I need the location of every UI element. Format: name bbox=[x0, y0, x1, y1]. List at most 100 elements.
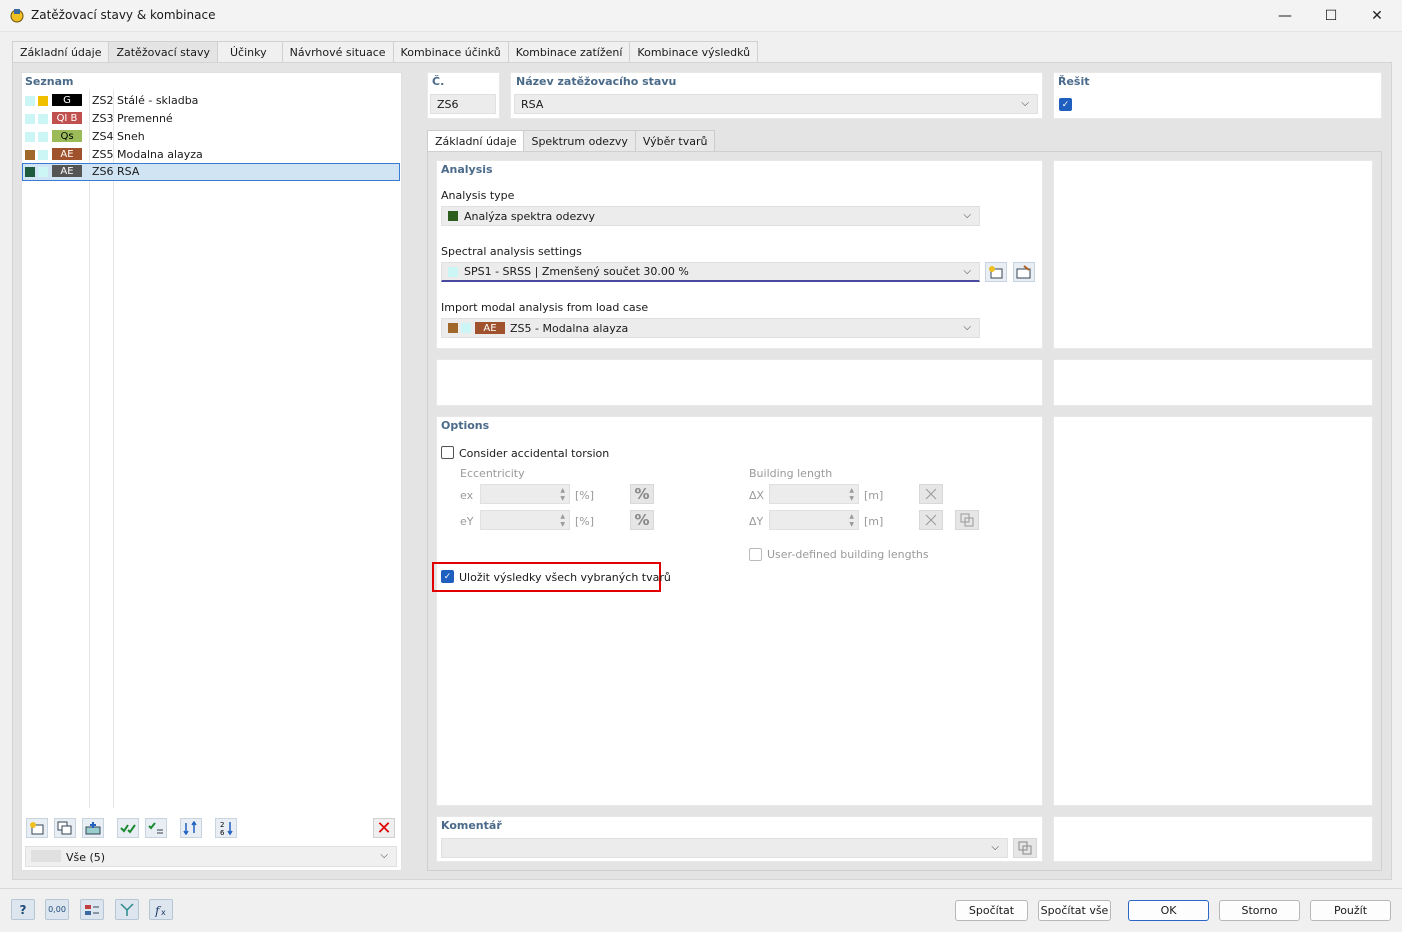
list-filter-select[interactable]: Vše (5) ⌵ bbox=[25, 846, 397, 867]
spectral-settings-select[interactable]: SPS1 - SRSS | Zmenšený součet 30.00 % ⌵ bbox=[441, 262, 980, 282]
load-case-name-select[interactable]: RSA ⌵ bbox=[514, 94, 1038, 114]
list-item[interactable]: QI B ZS3 Premenné bbox=[22, 110, 400, 127]
cancel-button[interactable]: Storno bbox=[1219, 900, 1300, 921]
list-divider bbox=[89, 90, 90, 808]
list-item[interactable]: G ZS2 Stálé - skladba bbox=[22, 92, 400, 109]
units-button[interactable]: 0,00 bbox=[45, 899, 69, 920]
dy-pick-button[interactable] bbox=[919, 510, 943, 530]
sort-numbers-icon: 26 bbox=[220, 821, 233, 836]
dx-label: ΔX bbox=[749, 489, 765, 502]
user-defined-lengths-checkbox[interactable] bbox=[749, 548, 762, 561]
analysis-side-box bbox=[1053, 160, 1373, 349]
sort-button[interactable]: 26 bbox=[215, 818, 237, 838]
bottom-separator bbox=[0, 888, 1402, 889]
tab-load-combinations[interactable]: Kombinace zatížení bbox=[507, 41, 631, 63]
renumber-button[interactable] bbox=[180, 818, 202, 838]
load-case-name: Premenné bbox=[117, 112, 173, 125]
number-field[interactable]: ZS6 bbox=[430, 94, 496, 114]
minimize-button[interactable]: — bbox=[1262, 0, 1308, 32]
ex-unit: [%] bbox=[575, 489, 595, 502]
formula-button[interactable]: fx bbox=[149, 899, 173, 920]
load-case-code: ZS4 bbox=[92, 130, 114, 143]
list-item[interactable]: AE ZS5 Modalna alayza bbox=[22, 146, 400, 163]
accidental-torsion-checkbox[interactable] bbox=[441, 446, 454, 459]
display-settings-button[interactable] bbox=[80, 899, 104, 920]
tab-action-combinations[interactable]: Kombinace účinků bbox=[392, 41, 509, 63]
list-divider bbox=[113, 90, 114, 808]
ex-percent-button[interactable]: % bbox=[630, 484, 654, 504]
calculate-button[interactable]: Spočítat bbox=[955, 900, 1028, 921]
insert-load-case-button[interactable] bbox=[82, 818, 104, 838]
import-modal-select[interactable]: AE ZS5 - Modalna alayza ⌵ bbox=[441, 318, 980, 338]
comment-heading: Komentář bbox=[441, 819, 502, 832]
tab-mode-selection[interactable]: Výběr tvarů bbox=[634, 130, 716, 152]
ey-input[interactable]: ▲ ▼ bbox=[480, 510, 570, 530]
category-badge: AE bbox=[52, 165, 82, 177]
dy-input[interactable]: ▲ ▼ bbox=[769, 510, 859, 530]
edit-icon bbox=[1016, 265, 1031, 279]
close-window-button[interactable]: ✕ bbox=[1354, 0, 1400, 32]
toggle-check-button[interactable] bbox=[145, 818, 167, 838]
list-item-selected[interactable]: AE ZS6 RSA bbox=[22, 163, 400, 181]
model-view-button[interactable] bbox=[115, 899, 139, 920]
help-button[interactable]: ? bbox=[11, 899, 35, 920]
tab-inner-basic-data[interactable]: Základní údaje bbox=[427, 130, 525, 152]
color-swatch bbox=[38, 96, 48, 106]
chevron-down-icon: ⌵ bbox=[963, 322, 971, 333]
number-label: Č. bbox=[432, 75, 445, 88]
solve-box bbox=[1053, 72, 1382, 119]
tab-response-spectrum[interactable]: Spektrum odezvy bbox=[523, 130, 636, 152]
chevron-down-icon: ⌵ bbox=[1021, 98, 1029, 109]
chevron-down-icon: ⌵ bbox=[963, 210, 971, 221]
dx-input[interactable]: ▲ ▼ bbox=[769, 484, 859, 504]
list-item[interactable]: Qs ZS4 Sneh bbox=[22, 128, 400, 145]
name-label: Název zatěžovacího stavu bbox=[516, 75, 677, 88]
maximize-button[interactable]: ☐ bbox=[1308, 0, 1354, 32]
category-badge: Qs bbox=[52, 130, 82, 142]
tab-basic-data[interactable]: Základní údaje bbox=[12, 41, 110, 63]
ok-button[interactable]: OK bbox=[1128, 900, 1209, 921]
chevron-down-icon: ⌵ bbox=[380, 850, 388, 861]
solve-checkbox[interactable]: ✓ bbox=[1059, 98, 1072, 111]
dx-pick-button[interactable] bbox=[919, 484, 943, 504]
check-all-button[interactable] bbox=[117, 818, 139, 838]
settings-icon bbox=[85, 904, 99, 915]
analysis-type-select[interactable]: Analýza spektra odezvy ⌵ bbox=[441, 206, 980, 226]
empty-side-box bbox=[1053, 359, 1373, 406]
copy-lengths-button[interactable] bbox=[955, 510, 979, 530]
color-swatch bbox=[448, 323, 458, 333]
help-icon: ? bbox=[19, 902, 27, 917]
new-spectral-settings-button[interactable] bbox=[985, 262, 1007, 282]
load-case-code: ZS5 bbox=[92, 148, 114, 161]
load-case-name: Sneh bbox=[117, 130, 145, 143]
save-all-modes-checkbox[interactable]: ✓ bbox=[441, 570, 454, 583]
main-tabs: Základní údaje Zatěžovací stavy Účinky N… bbox=[12, 41, 759, 63]
new-load-case-button[interactable] bbox=[26, 818, 48, 838]
dx-unit: [m] bbox=[864, 489, 884, 502]
options-heading: Options bbox=[441, 419, 490, 432]
ey-percent-button[interactable]: % bbox=[630, 510, 654, 530]
comment-select[interactable]: ⌵ bbox=[441, 838, 1008, 858]
svg-text:2: 2 bbox=[220, 821, 224, 829]
ex-input[interactable]: ▲ ▼ bbox=[480, 484, 570, 504]
insert-icon bbox=[85, 822, 101, 835]
tab-load-cases[interactable]: Zatěžovací stavy bbox=[108, 41, 218, 63]
category-badge: QI B bbox=[52, 112, 82, 124]
apply-button[interactable]: Použít bbox=[1310, 900, 1391, 921]
category-badge: AE bbox=[52, 148, 82, 160]
save-all-modes-label: Uložit výsledky všech vybraných tvarů bbox=[459, 571, 671, 584]
edit-spectral-settings-button[interactable] bbox=[1013, 262, 1035, 282]
list-heading: Seznam bbox=[25, 75, 74, 88]
copy-load-case-button[interactable] bbox=[54, 818, 76, 838]
solve-label: Řešit bbox=[1058, 75, 1090, 88]
load-case-code: ZS2 bbox=[92, 94, 114, 107]
tab-actions[interactable]: Účinky bbox=[217, 41, 283, 63]
tab-design-situations[interactable]: Návrhové situace bbox=[281, 41, 394, 63]
color-swatch bbox=[38, 150, 48, 160]
load-case-list-panel bbox=[21, 72, 402, 871]
inner-tabs: Základní údaje Spektrum odezvy Výběr tva… bbox=[427, 130, 716, 152]
calculate-all-button[interactable]: Spočítat vše bbox=[1038, 900, 1111, 921]
comment-library-button[interactable] bbox=[1013, 838, 1037, 858]
tab-result-combinations[interactable]: Kombinace výsledků bbox=[629, 41, 759, 63]
delete-button[interactable]: ✕ bbox=[373, 818, 395, 839]
